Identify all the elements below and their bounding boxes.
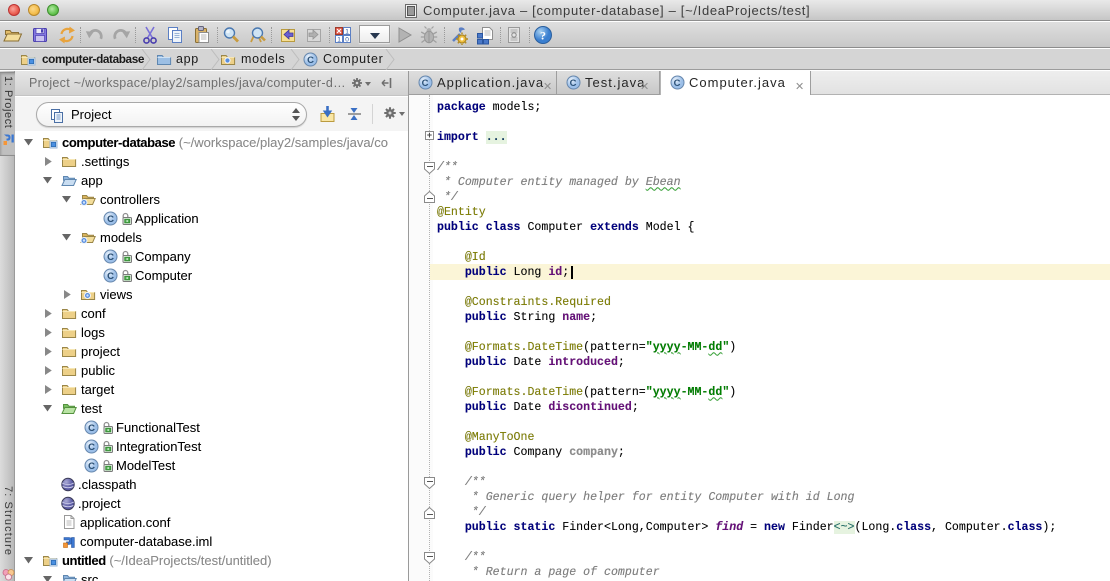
svg-text:1: 1 bbox=[345, 29, 349, 36]
svg-text:C: C bbox=[107, 271, 114, 282]
svg-text:?: ? bbox=[540, 29, 546, 43]
svg-text:C: C bbox=[88, 423, 95, 434]
svg-text:C: C bbox=[88, 461, 95, 472]
svg-text:C: C bbox=[570, 78, 578, 89]
svg-text:1: 1 bbox=[337, 37, 341, 44]
svg-text:C: C bbox=[107, 214, 114, 225]
svg-text:C: C bbox=[307, 55, 314, 66]
svg-text:C: C bbox=[88, 442, 95, 453]
svg-text:C: C bbox=[422, 78, 430, 89]
svg-text:C: C bbox=[674, 78, 682, 89]
svg-text:0: 0 bbox=[345, 37, 349, 44]
svg-text:C: C bbox=[107, 252, 114, 263]
